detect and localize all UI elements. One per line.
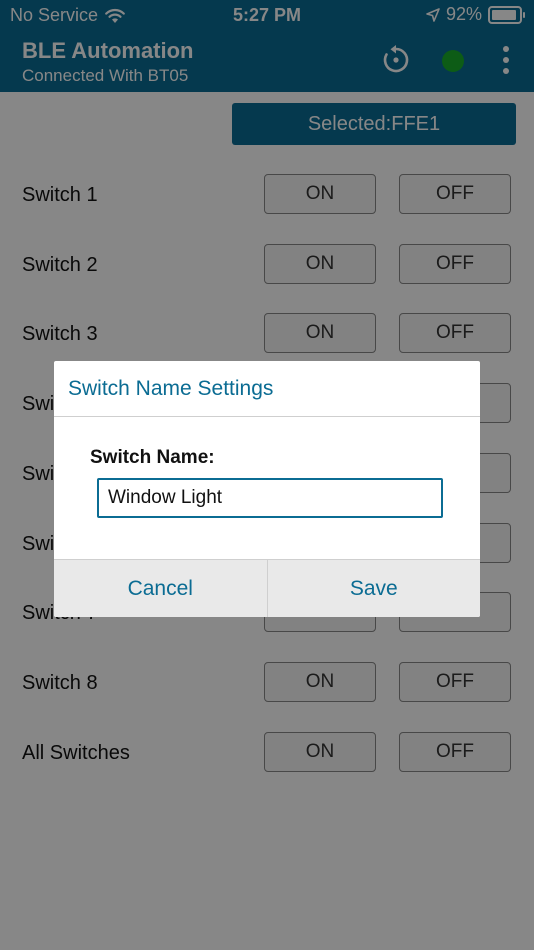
save-button[interactable]: Save [268,560,481,617]
switch-name-input[interactable] [97,478,443,518]
dialog-actions: Cancel Save [54,559,480,617]
switch-name-label: Switch Name: [90,447,215,468]
dialog-divider [54,416,480,417]
cancel-button[interactable]: Cancel [54,560,267,617]
dialog-title: Switch Name Settings [68,377,274,400]
switch-name-dialog: Switch Name Settings Switch Name: Cancel… [54,361,480,617]
